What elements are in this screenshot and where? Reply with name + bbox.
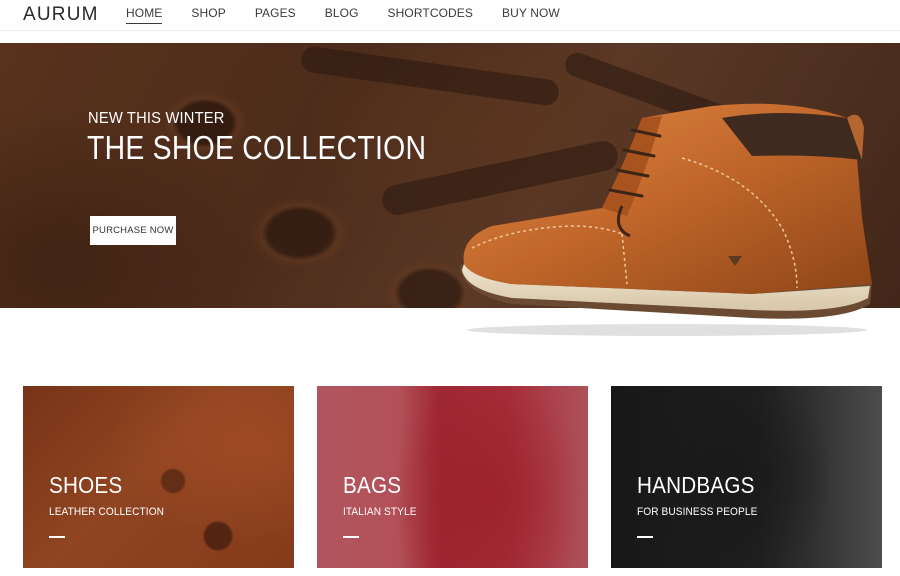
nav-pages[interactable]: PAGES <box>255 6 296 24</box>
nav-shop[interactable]: SHOP <box>191 6 225 24</box>
category-card-bags[interactable]: BAGS ITALIAN STYLE <box>317 386 588 568</box>
category-dash <box>49 536 65 538</box>
nav-shortcodes[interactable]: SHORTCODES <box>388 6 473 24</box>
purchase-now-button[interactable]: PURCHASE NOW <box>90 216 176 245</box>
nav-buy-now[interactable]: BUY NOW <box>502 6 560 24</box>
site-header: AURUM HOME SHOP PAGES BLOG SHORTCODES BU… <box>0 0 900 31</box>
nav-home[interactable]: HOME <box>126 6 163 24</box>
category-subtitle: ITALIAN STYLE <box>343 506 417 518</box>
hero-boot-image <box>460 103 872 336</box>
category-dash <box>637 536 653 538</box>
category-card-handbags[interactable]: HANDBAGS FOR BUSINESS PEOPLE <box>611 386 882 568</box>
category-dash <box>343 536 359 538</box>
hero-title: THE SHOE COLLECTION <box>87 129 427 166</box>
category-title: SHOES <box>49 472 123 498</box>
category-subtitle: LEATHER COLLECTION <box>49 506 165 518</box>
category-subtitle: FOR BUSINESS PEOPLE <box>637 506 758 518</box>
main-nav: HOME SHOP PAGES BLOG SHORTCODES BUY NOW <box>126 6 589 24</box>
category-card-shoes[interactable]: SHOES LEATHER COLLECTION <box>23 386 294 568</box>
hero-subtitle: NEW THIS WINTER <box>88 110 225 127</box>
nav-blog[interactable]: BLOG <box>325 6 359 24</box>
site-logo[interactable]: AURUM <box>23 4 99 26</box>
category-title: BAGS <box>343 472 402 498</box>
category-title: HANDBAGS <box>637 472 755 498</box>
